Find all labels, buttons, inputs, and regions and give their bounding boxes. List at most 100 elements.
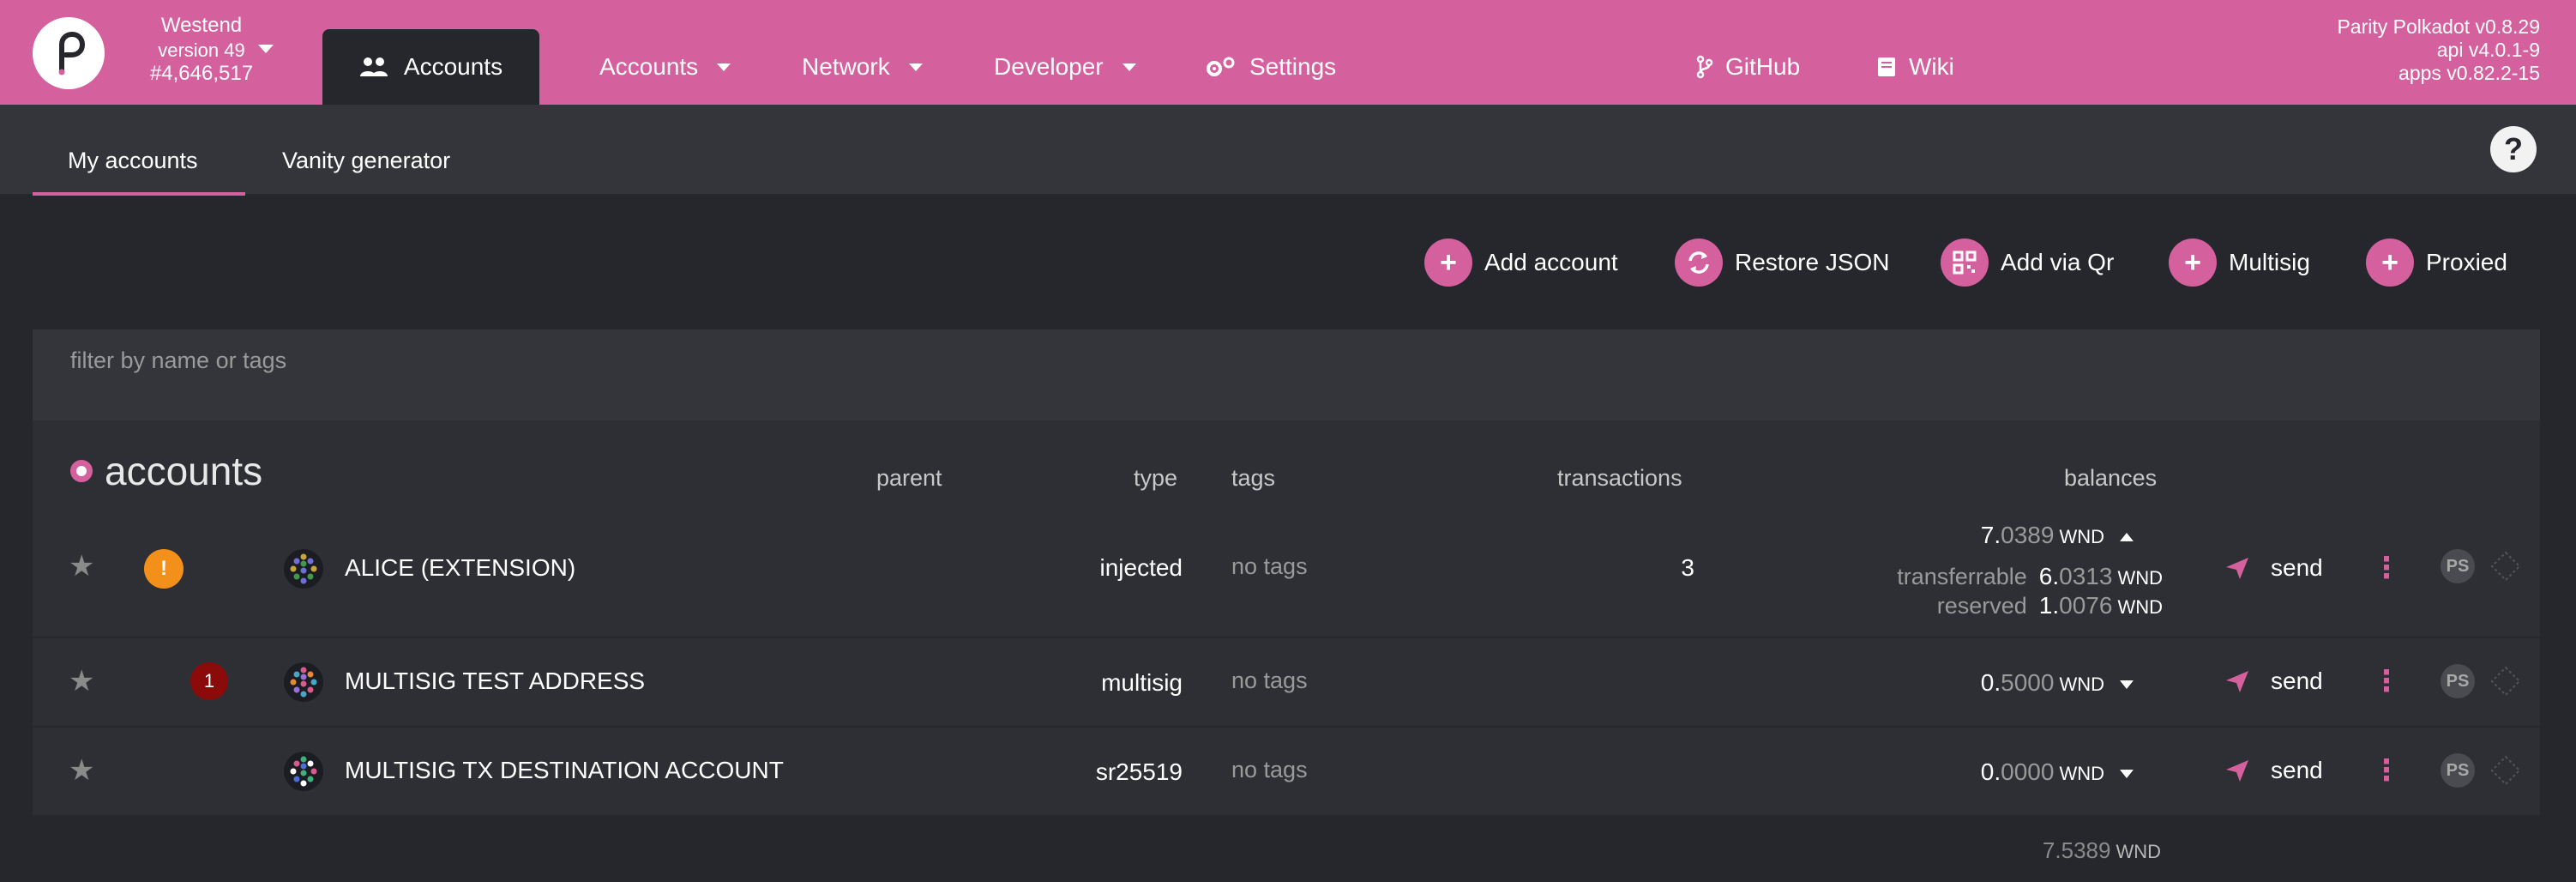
node-version: Parity Polkadot v0.8.29 — [2337, 15, 2540, 38]
chevron-up-icon[interactable] — [2120, 532, 2134, 541]
account-type: sr25519 — [1095, 758, 1183, 785]
nav-developer-label: Developer — [994, 53, 1104, 80]
send-label: send — [2271, 554, 2323, 581]
plus-icon: + — [2366, 239, 2414, 287]
git-branch-icon — [1696, 55, 1713, 79]
proxied-button[interactable]: + Proxied — [2366, 239, 2507, 287]
gear-icon — [1207, 57, 1235, 76]
ps-icon[interactable]: PS — [2441, 664, 2475, 698]
version-info: Parity Polkadot v0.8.29 api v4.0.1-9 app… — [2337, 15, 2540, 85]
add-account-label: Add account — [1484, 249, 1618, 275]
add-account-button[interactable]: + Add account — [1424, 239, 1618, 287]
qr-grid-icon[interactable] — [2490, 666, 2521, 701]
tab-my-accounts[interactable]: My accounts — [68, 148, 198, 174]
add-via-qr-button[interactable]: Add via Qr — [1941, 239, 2114, 287]
chain-dropdown-icon[interactable] — [258, 45, 274, 53]
subtabs-bar: My accounts Vanity generator — [0, 105, 2576, 194]
best-block-number: #4,646,517 — [149, 62, 254, 85]
account-identicon[interactable] — [284, 549, 323, 589]
account-type: multisig — [1101, 669, 1183, 696]
account-name[interactable]: MULTISIG TX DESTINATION ACCOUNT — [345, 757, 784, 784]
send-button[interactable]: send — [2224, 757, 2323, 784]
balance-total[interactable]: 0.0000 WND — [1791, 758, 2134, 786]
tab-accounts-active[interactable]: Accounts — [322, 29, 539, 105]
balance-transferrable: transferrable 6.0313 WND — [1820, 563, 2163, 590]
restore-json-button[interactable]: Restore JSON — [1675, 239, 1890, 287]
filter-input[interactable] — [70, 343, 842, 378]
send-label: send — [2271, 757, 2323, 783]
nav-settings[interactable]: Settings — [1205, 48, 1336, 86]
nav-developer-menu[interactable]: Developer — [994, 48, 1136, 86]
column-header-type: type — [1134, 465, 1178, 491]
filter-panel — [33, 329, 2540, 420]
tab-vanity-generator[interactable]: Vanity generator — [282, 148, 450, 174]
balance-decimals: 0389 — [2001, 522, 2055, 548]
account-type: injected — [1099, 554, 1183, 581]
account-tags[interactable]: no tags — [1231, 668, 1308, 694]
nav-accounts-menu[interactable]: Accounts — [599, 48, 731, 86]
chevron-down-icon[interactable] — [2120, 680, 2134, 689]
nav-network-menu[interactable]: Network — [802, 48, 923, 86]
favorite-star-icon[interactable]: ★ — [69, 664, 94, 698]
total-unit: WND — [2116, 841, 2161, 862]
balance-integer: 0. — [1980, 758, 2001, 785]
plus-icon: + — [2169, 239, 2217, 287]
total-integer: 7. — [2042, 837, 2061, 863]
balance-unit: WND — [2059, 763, 2104, 784]
chevron-down-icon — [717, 63, 731, 71]
proxied-label: Proxied — [2426, 249, 2507, 275]
send-button[interactable]: send — [2224, 554, 2323, 582]
qrcode-icon — [1941, 239, 1989, 287]
balance-total[interactable]: 0.5000 WND — [1791, 669, 2134, 697]
transferrable-integer: 6. — [2038, 563, 2060, 589]
paper-plane-icon — [2226, 671, 2248, 692]
nav-settings-label: Settings — [1249, 53, 1337, 80]
account-tags[interactable]: no tags — [1231, 553, 1308, 580]
nav-github-link[interactable]: GitHub — [1696, 48, 1800, 86]
polkadot-logo-icon[interactable] — [33, 17, 105, 89]
chevron-down-icon — [908, 63, 923, 71]
accounts-section-title: accounts — [70, 448, 262, 494]
balance-decimals: 5000 — [2001, 669, 2055, 696]
multisig-button[interactable]: + Multisig — [2169, 239, 2310, 287]
transferrable-decimals: 0313 — [2059, 563, 2113, 589]
ps-icon[interactable]: PS — [2441, 753, 2475, 788]
qr-grid-icon[interactable] — [2490, 551, 2521, 586]
nav-network-label: Network — [802, 53, 890, 80]
more-options-icon[interactable]: ⋮ — [2372, 664, 2401, 698]
nav-wiki-link[interactable]: Wiki — [1876, 48, 1954, 86]
account-identicon[interactable] — [284, 662, 323, 702]
qr-grid-icon[interactable] — [2490, 755, 2521, 790]
balance-integer: 0. — [1980, 669, 2001, 696]
warning-icon[interactable]: ! — [144, 549, 184, 589]
favorite-star-icon[interactable]: ★ — [69, 549, 94, 583]
paper-plane-icon — [2226, 558, 2248, 579]
account-tags[interactable]: no tags — [1231, 757, 1308, 783]
chain-name: Westend — [160, 14, 243, 37]
balance-total[interactable]: 7.0389 WND — [1791, 522, 2134, 549]
active-tab-indicator — [33, 192, 245, 196]
balance-reserved: reserved 1.0076 WND — [1820, 592, 2163, 619]
chevron-down-icon[interactable] — [2120, 769, 2134, 778]
account-name[interactable]: MULTISIG TEST ADDRESS — [345, 668, 645, 695]
users-icon — [359, 57, 388, 76]
chevron-down-icon — [1122, 63, 1136, 71]
more-options-icon[interactable]: ⋮ — [2372, 551, 2401, 585]
ps-icon[interactable]: PS — [2441, 549, 2475, 583]
balance-decimals: 0000 — [2001, 758, 2055, 785]
favorite-star-icon[interactable]: ★ — [69, 753, 94, 788]
transaction-count: 3 — [1681, 554, 1694, 581]
restore-json-label: Restore JSON — [1735, 249, 1890, 275]
more-options-icon[interactable]: ⋮ — [2372, 753, 2401, 788]
reserved-integer: 1. — [2038, 592, 2060, 619]
api-version: api v4.0.1-9 — [2436, 39, 2540, 61]
send-label: send — [2271, 668, 2323, 694]
sync-icon — [1675, 239, 1723, 287]
accounts-table — [33, 420, 2540, 815]
balance-unit: WND — [2059, 674, 2104, 695]
help-icon[interactable]: ? — [2490, 126, 2537, 172]
send-button[interactable]: send — [2224, 668, 2323, 695]
account-identicon[interactable] — [284, 752, 323, 791]
account-name[interactable]: ALICE (EXTENSION) — [345, 554, 575, 582]
pending-count-badge[interactable]: 1 — [190, 662, 228, 700]
